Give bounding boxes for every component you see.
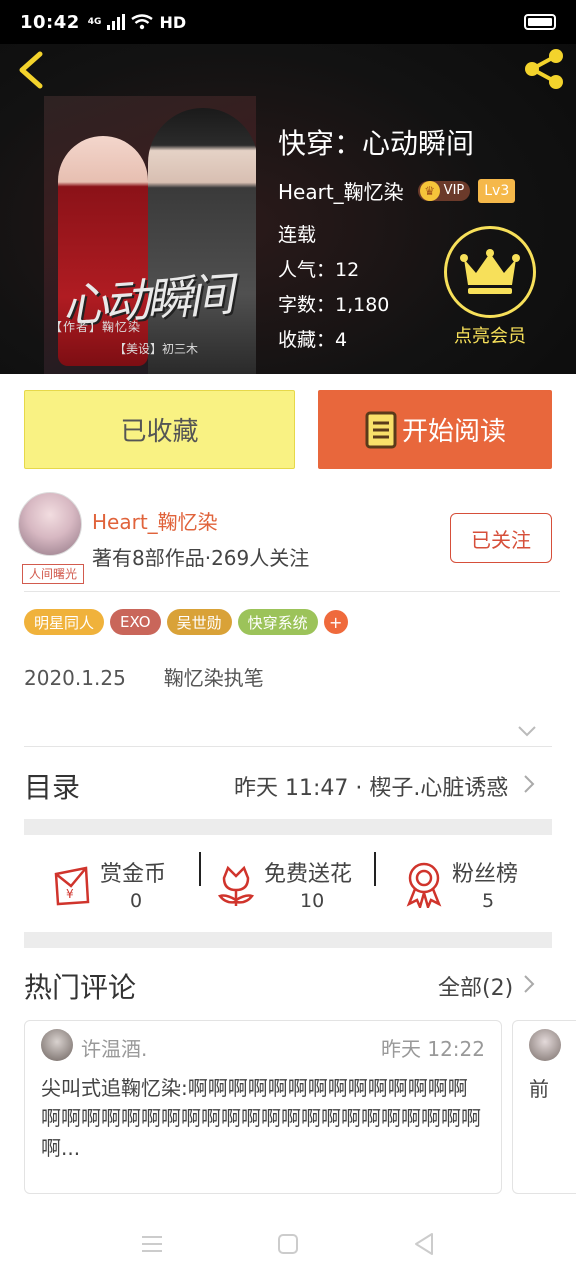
section-separator: [24, 819, 552, 835]
book-favorites: 收藏：4: [278, 329, 348, 351]
hd-label: HD: [159, 12, 187, 32]
book-author-name[interactable]: Heart_鞠忆染: [278, 176, 404, 205]
svg-text:¥: ¥: [66, 887, 74, 901]
avatar-frame-tag: 人间曙光: [22, 564, 84, 584]
tag-item[interactable]: EXO: [110, 609, 161, 635]
tag-list: 明星同人 EXO 吴世勋 快穿系统 +: [24, 609, 348, 635]
status-time: 10:42: [20, 11, 80, 33]
reward-coins-count: 0: [130, 890, 143, 912]
book-popularity: 人气：12: [278, 259, 360, 281]
reward-coins-label: 赏金币: [100, 862, 167, 887]
book-title: 快穿：心动瞬间: [278, 127, 475, 160]
medal-icon: [406, 862, 442, 908]
signal-icon: [107, 14, 126, 30]
chevron-left-icon[interactable]: [14, 50, 50, 90]
toc-latest-chapter[interactable]: 昨天 11:47 · 楔子.心脏诱惑: [234, 770, 508, 802]
action-separator: [199, 852, 201, 886]
send-flower-label: 免费送花: [264, 862, 353, 887]
wifi-icon: [131, 14, 154, 30]
reward-coins-action[interactable]: ¥ 赏金币 0: [48, 852, 188, 916]
status-icons: 4G HD: [88, 13, 186, 32]
comment-text: 尖叫式追鞠忆染:啊啊啊啊啊啊啊啊啊啊啊啊啊啊啊啊啊啊啊啊啊啊啊啊啊啊啊啊啊啊啊啊…: [41, 1076, 481, 1160]
crown-icon: [460, 249, 520, 294]
menu-icon[interactable]: [138, 1230, 166, 1258]
book-stats: 连载 人气：12 字数：1,180 收藏：4: [278, 218, 389, 358]
book-cover[interactable]: 心动瞬间 【作者】鞠忆染 【美设】初三木: [44, 96, 256, 374]
send-flower-count: 10: [300, 890, 325, 912]
tag-item[interactable]: 吴世勋: [166, 609, 232, 635]
vip-label: VIP: [443, 183, 465, 198]
intro-text: 鞠忆染执笔: [163, 666, 264, 690]
vip-crown-icon: ♛: [419, 180, 440, 201]
network-label: 4G: [87, 16, 102, 27]
comment-card[interactable]: 前: [512, 1020, 576, 1194]
fan-ranking-action[interactable]: 粉丝榜 5: [404, 852, 534, 916]
share-icon[interactable]: [520, 46, 568, 92]
flower-icon: [217, 865, 255, 906]
red-envelope-icon: ¥: [54, 866, 90, 906]
book-author-row: Heart_鞠忆染 ♛ VIP Lv3: [278, 176, 516, 205]
comment-card[interactable]: 许温酒. 昨天 12:22 尖叫式追鞠忆染:啊啊啊啊啊啊啊啊啊啊啊啊啊啊啊啊啊啊…: [24, 1020, 502, 1194]
intro-date: 2020.1.25: [24, 666, 126, 690]
back-triangle-icon[interactable]: [410, 1230, 438, 1258]
vip-badge: ♛ VIP: [417, 180, 471, 201]
action-separator: [374, 852, 376, 886]
book-word-count: 字数：1,180: [278, 294, 390, 316]
book-status: 连载: [278, 224, 317, 246]
send-flower-action[interactable]: 免费送花 10: [216, 852, 366, 916]
fan-ranking-count: 5: [482, 890, 495, 912]
start-reading-label: 开始阅读: [401, 417, 506, 447]
add-tag-button[interactable]: +: [323, 610, 348, 634]
comment-time: 昨天 12:22: [381, 1037, 485, 1061]
level-badge: Lv3: [478, 178, 516, 203]
status-bar: 10:42 4G HD: [0, 0, 576, 44]
cover-figure-man: [148, 108, 256, 374]
tag-item[interactable]: 明星同人: [24, 609, 105, 635]
chevron-right-icon[interactable]: [522, 774, 536, 794]
commenter-avatar[interactable]: [529, 1029, 561, 1061]
divider: [24, 591, 560, 592]
home-icon[interactable]: [274, 1230, 302, 1258]
tag-item[interactable]: 快穿系统: [237, 609, 318, 635]
author-meta: 著有8部作品·269人关注: [92, 546, 310, 570]
chevron-down-icon[interactable]: [516, 722, 538, 740]
member-label: 点亮会员: [454, 326, 526, 347]
toc-title[interactable]: 目录: [24, 766, 80, 806]
system-nav-bar: [0, 1208, 576, 1280]
member-ring: [444, 226, 536, 318]
member-button[interactable]: 点亮会员: [444, 226, 536, 348]
author-name-link[interactable]: Heart_鞠忆染: [92, 506, 218, 535]
comment-text: 前: [529, 1077, 549, 1101]
book-intro: 2020.1.25 鞠忆染执笔: [24, 662, 264, 691]
fan-ranking-label: 粉丝榜: [452, 862, 519, 887]
battery-icon: [524, 14, 556, 30]
author-avatar[interactable]: [18, 492, 82, 556]
divider: [24, 746, 552, 747]
commenter-avatar[interactable]: [41, 1029, 73, 1061]
chevron-right-icon[interactable]: [522, 974, 536, 994]
start-reading-button[interactable]: 开始阅读: [318, 390, 552, 469]
all-comments-link[interactable]: 全部(2): [438, 970, 513, 1002]
book-detail-page: 10:42 4G HD 心动瞬间 【作者】鞠忆染 【美设】初三木 快穿：心动瞬间…: [0, 0, 576, 1280]
collected-button[interactable]: 已收藏: [24, 390, 295, 469]
follow-button[interactable]: 已关注: [450, 513, 552, 563]
book-icon: [365, 411, 397, 448]
cover-credit: 【作者】鞠忆染: [50, 320, 142, 334]
cover-credit-designer: 【美设】初三木: [114, 342, 199, 356]
hot-comments-title: 热门评论: [24, 971, 137, 1004]
book-hero-header: 10:42 4G HD 心动瞬间 【作者】鞠忆染 【美设】初三木 快穿：心动瞬间…: [0, 0, 576, 374]
commenter-name[interactable]: 许温酒.: [81, 1033, 147, 1062]
section-separator: [24, 932, 552, 948]
